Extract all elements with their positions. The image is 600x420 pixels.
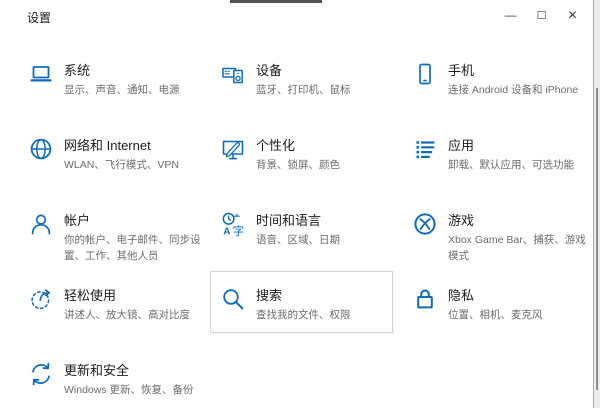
tile-title: 轻松使用	[64, 285, 190, 304]
tile-phone[interactable]: 手机连接 Android 设备和 iPhone	[394, 45, 586, 120]
tile-subtitle: 你的帐户、电子邮件、同步设置、工作、其他人员	[64, 232, 202, 265]
tile-text: 游戏 Xbox Game Bar、捕获、游戏模式	[448, 209, 586, 265]
tile-text: 帐户你的帐户、电子邮件、同步设置、工作、其他人员	[64, 209, 202, 265]
tile-devices[interactable]: 设备蓝牙、打印机、鼠标	[202, 45, 394, 120]
tile-apps[interactable]: 应用卸载、默认应用、可选功能	[394, 120, 586, 195]
account-icon	[28, 211, 54, 237]
tile-text: 更新和安全 Windows 更新、恢复、备份	[64, 359, 194, 398]
tile-title: 时间和语言	[256, 210, 340, 229]
search-icon	[220, 286, 246, 312]
tile-time-language[interactable]: A字时间和语言语音、区域、日期	[202, 195, 394, 270]
tile-privacy[interactable]: 隐私位置、相机、麦克风	[394, 270, 586, 345]
window-title: 设置	[0, 0, 51, 26]
sync-arrows-icon	[28, 361, 54, 387]
globe-icon	[28, 136, 54, 162]
tile-title: 搜索	[256, 285, 351, 304]
tile-title: 手机	[448, 60, 578, 79]
time-language-icon: A字	[220, 211, 246, 237]
laptop-icon	[28, 61, 54, 87]
tile-subtitle: 讲述人、放大镜、高对比度	[64, 307, 190, 323]
tile-ease-of-access[interactable]: 轻松使用讲述人、放大镜、高对比度	[10, 270, 202, 345]
tile-accounts[interactable]: 帐户你的帐户、电子邮件、同步设置、工作、其他人员	[10, 195, 202, 270]
tile-subtitle: Xbox Game Bar、捕获、游戏模式	[448, 232, 586, 265]
svg-text:字: 字	[233, 224, 245, 237]
tile-text: 隐私位置、相机、麦克风	[448, 284, 543, 323]
titlebar: 设置 — ☐ ✕	[0, 0, 594, 32]
ease-of-access-icon	[28, 286, 54, 312]
personalization-icon	[220, 136, 246, 162]
tile-network[interactable]: 网络和 Internet WLAN、飞行模式、VPN	[10, 120, 202, 195]
tile-subtitle: 语音、区域、日期	[256, 232, 340, 248]
tile-subtitle: Windows 更新、恢复、备份	[64, 382, 194, 398]
minimize-button[interactable]: —	[495, 0, 526, 30]
tile-text: 手机连接 Android 设备和 iPhone	[448, 59, 578, 98]
tile-title: 隐私	[448, 285, 543, 304]
tile-subtitle: 蓝牙、打印机、鼠标	[256, 82, 351, 98]
settings-category-grid: 系统显示、声音、通知、电源 设备蓝牙、打印机、鼠标 手机连接 Android 设备和…	[10, 45, 586, 420]
tile-subtitle: 显示、声音、通知、电源	[64, 82, 180, 98]
tile-subtitle: 查找我的文件、权限	[256, 307, 351, 323]
background-titlebar-fragment	[230, 0, 322, 3]
tile-text: 网络和 Internet WLAN、飞行模式、VPN	[64, 134, 179, 173]
window-controls: — ☐ ✕	[495, 0, 588, 30]
devices-icon	[220, 61, 246, 87]
tile-title: 更新和安全	[64, 360, 194, 379]
tile-text: 个性化背景、锁屏、颜色	[256, 134, 340, 173]
tile-search[interactable]: 搜索查找我的文件、权限	[202, 270, 394, 345]
tile-update-security[interactable]: 更新和安全 Windows 更新、恢复、备份	[10, 345, 202, 420]
tile-personalization[interactable]: 个性化背景、锁屏、颜色	[202, 120, 394, 195]
tile-title: 网络和 Internet	[64, 135, 179, 154]
tile-text: 系统显示、声音、通知、电源	[64, 59, 180, 98]
tile-title: 游戏	[448, 210, 586, 229]
tile-text: 应用卸载、默认应用、可选功能	[448, 134, 574, 173]
apps-list-icon	[412, 136, 438, 162]
tile-subtitle: 连接 Android 设备和 iPhone	[448, 82, 578, 98]
tile-system[interactable]: 系统显示、声音、通知、电源	[10, 45, 202, 120]
tile-subtitle: 位置、相机、麦克风	[448, 307, 543, 323]
tile-text: 设备蓝牙、打印机、鼠标	[256, 59, 351, 98]
close-button[interactable]: ✕	[557, 0, 588, 30]
phone-icon	[412, 61, 438, 87]
background-window-sliver	[593, 0, 600, 408]
tile-title: 个性化	[256, 135, 340, 154]
tile-text: 搜索查找我的文件、权限	[256, 284, 351, 323]
svg-text:A: A	[223, 226, 230, 237]
lock-icon	[412, 286, 438, 312]
xbox-icon	[412, 211, 438, 237]
tile-text: 时间和语言语音、区域、日期	[256, 209, 340, 248]
tile-subtitle: WLAN、飞行模式、VPN	[64, 157, 179, 173]
tile-gaming[interactable]: 游戏 Xbox Game Bar、捕获、游戏模式	[394, 195, 586, 270]
tile-title: 帐户	[64, 210, 202, 229]
tile-title: 应用	[448, 135, 574, 154]
tile-title: 设备	[256, 60, 351, 79]
maximize-button[interactable]: ☐	[526, 0, 557, 30]
tile-subtitle: 卸载、默认应用、可选功能	[448, 157, 574, 173]
tile-title: 系统	[64, 60, 180, 79]
tile-text: 轻松使用讲述人、放大镜、高对比度	[64, 284, 190, 323]
tile-subtitle: 背景、锁屏、颜色	[256, 157, 340, 173]
